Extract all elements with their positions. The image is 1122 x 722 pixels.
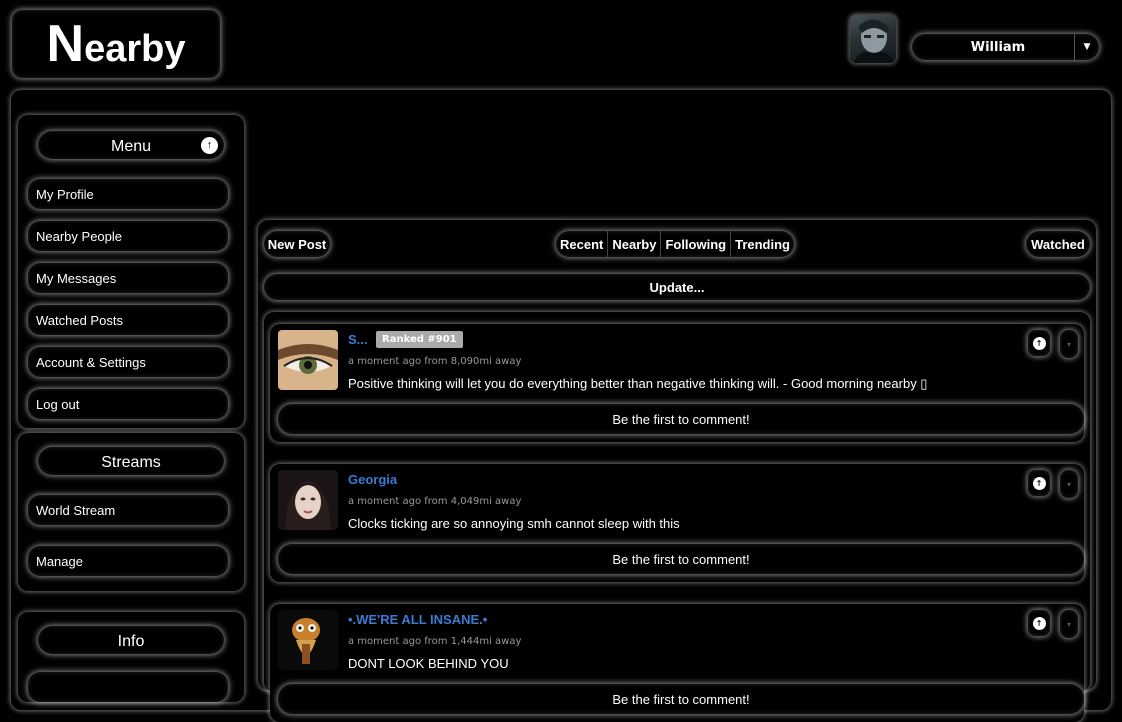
post-author[interactable]: S... (348, 332, 368, 347)
sidebar-item-label: Manage (36, 553, 83, 569)
portrait-photo (278, 470, 338, 530)
post-meta: a moment ago from 1,444mi away (348, 636, 522, 647)
sidebar-item-label: My Profile (36, 186, 94, 202)
nearby-logo[interactable]: Nearby (12, 10, 220, 78)
sidebar-item-account-settings[interactable]: Account & Settings (28, 347, 228, 377)
menu-title: Menu (110, 138, 152, 155)
tab-nearby[interactable]: Nearby (608, 231, 662, 257)
comment-button[interactable]: Be the first to comment! (278, 684, 1084, 714)
up-arrow-icon: ↑ (1032, 476, 1046, 490)
post-author[interactable]: •.WE'RE ALL INSANE.• (348, 612, 487, 627)
sidebar-item-log-out[interactable]: Log out (28, 389, 228, 419)
sidebar-item-label: My Messages (36, 270, 117, 286)
chevron-down-icon[interactable]: ▼ (1074, 34, 1099, 60)
sidebar-item-label: Account & Settings (36, 354, 146, 370)
post-author-avatar[interactable] (278, 470, 338, 530)
comment-button[interactable]: Be the first to comment! (278, 404, 1084, 434)
post-meta: a moment ago from 4,049mi away (348, 496, 522, 507)
avatar-photo (854, 19, 894, 63)
watched-label: Watched (1031, 236, 1085, 252)
sidebar-item-nearby-people[interactable]: Nearby People (28, 221, 228, 251)
upvote-button[interactable]: ↑ (1028, 470, 1050, 496)
eye-photo (278, 330, 338, 390)
post-body: Positive thinking will let you do everyt… (348, 376, 928, 391)
sidebar-item[interactable] (28, 672, 228, 702)
tab-following[interactable]: Following (661, 231, 732, 257)
feed-tabs: Recent Nearby Following Trending (556, 231, 794, 257)
comment-button[interactable]: Be the first to comment! (278, 544, 1084, 574)
sidebar-item-world-stream[interactable]: World Stream (28, 495, 228, 525)
tab-trending[interactable]: Trending (731, 231, 794, 257)
info-title: Info (117, 633, 145, 650)
downvote-button[interactable]: ▾ (1060, 610, 1078, 638)
up-arrow-icon: ↑ (1032, 336, 1046, 350)
post-author[interactable]: Georgia (348, 472, 397, 487)
sidebar-item-label: Log out (36, 396, 80, 412)
new-post-label: New Post (267, 236, 327, 252)
downvote-button[interactable]: ▾ (1060, 330, 1078, 358)
update-label: Update... (649, 279, 705, 295)
post-item: •.WE'RE ALL INSANE.• a moment ago from 1… (270, 604, 1084, 722)
sidebar-item-watched-posts[interactable]: Watched Posts (28, 305, 228, 335)
sidebar-item-my-messages[interactable]: My Messages (28, 263, 228, 293)
chevron-down-icon: ▾ (1066, 479, 1071, 489)
sidebar-item-manage[interactable]: Manage (28, 546, 228, 576)
up-arrow-icon[interactable]: ↑ (201, 136, 218, 154)
downvote-button[interactable]: ▾ (1060, 470, 1078, 498)
up-arrow-icon: ↑ (1032, 616, 1046, 630)
streams-panel: Streams World Stream Manage (18, 433, 244, 591)
sidebar-item-label: Nearby People (36, 228, 122, 244)
posts-list: S... Ranked #901 a moment ago from 8,090… (264, 312, 1090, 722)
tab-recent[interactable]: Recent (556, 231, 609, 257)
menu-header[interactable]: Menu ↑ (38, 131, 224, 159)
watched-button[interactable]: Watched (1026, 231, 1090, 257)
logo-text: Nearby (46, 15, 186, 73)
rank-badge: Ranked #901 (376, 331, 463, 348)
sidebar-item-my-profile[interactable]: My Profile (28, 179, 228, 209)
user-name: William (970, 39, 1026, 55)
chevron-down-icon: ▾ (1066, 339, 1071, 349)
comment-label: Be the first to comment! (612, 551, 750, 567)
post-meta: a moment ago from 8,090mi away (348, 356, 522, 367)
info-panel: Info (18, 612, 244, 702)
update-button[interactable]: Update... (264, 274, 1090, 300)
chevron-down-icon: ▾ (1066, 619, 1071, 629)
post-body: Clocks ticking are so annoying smh canno… (348, 516, 680, 531)
upvote-button[interactable]: ↑ (1028, 330, 1050, 356)
streams-header[interactable]: Streams (38, 447, 224, 475)
menu-panel: Menu ↑ My Profile Nearby People My Messa… (18, 115, 244, 428)
streams-title: Streams (101, 454, 161, 471)
new-post-button[interactable]: New Post (264, 231, 330, 257)
cartoon-photo (278, 610, 338, 670)
upvote-button[interactable]: ↑ (1028, 610, 1050, 636)
comment-label: Be the first to comment! (612, 691, 750, 707)
sidebar-item-label: World Stream (36, 502, 116, 518)
post-author-avatar[interactable] (278, 330, 338, 390)
post-body: DONT LOOK BEHIND YOU (348, 656, 509, 671)
post-item: Georgia a moment ago from 4,049mi away C… (270, 464, 1084, 582)
sidebar-item-label: Watched Posts (36, 312, 123, 328)
post-item: S... Ranked #901 a moment ago from 8,090… (270, 324, 1084, 442)
comment-label: Be the first to comment! (612, 411, 750, 427)
post-author-avatar[interactable] (278, 610, 338, 670)
user-dropdown[interactable]: William ▼ (912, 34, 1099, 60)
info-header[interactable]: Info (38, 626, 224, 654)
user-avatar[interactable] (850, 15, 896, 63)
feed-panel: New Post Recent Nearby Following Trendin… (258, 220, 1096, 722)
